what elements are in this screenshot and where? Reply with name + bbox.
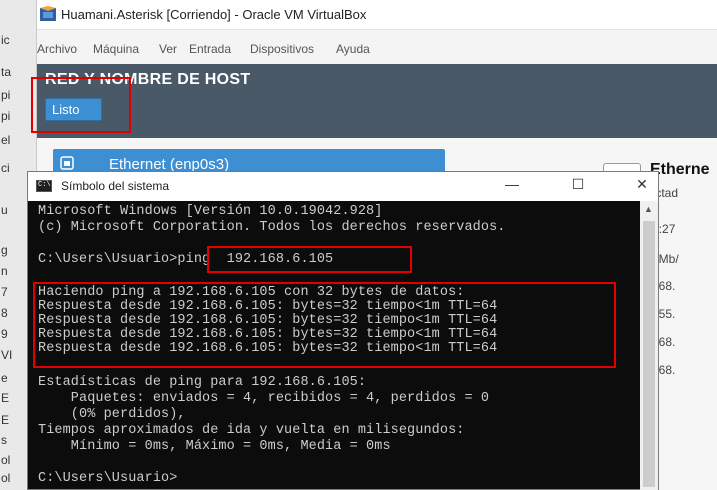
menu-ver[interactable]: Ver <box>159 42 177 56</box>
menu-dispositivos[interactable]: Dispositivos <box>250 42 314 56</box>
terminal-scrollbar[interactable]: ▲ <box>640 201 658 490</box>
cmd-app-icon: C:\ <box>36 180 52 192</box>
minimize-icon[interactable]: — <box>502 176 522 192</box>
background-window-glyph: 7 <box>1 285 8 299</box>
background-window-glyph: ic <box>1 33 10 47</box>
terminal-line: Estadísticas de ping para 192.168.6.105: <box>38 375 367 390</box>
background-window-glyph: E <box>1 391 10 405</box>
terminal-line: Microsoft Windows [Versión 10.0.19042.92… <box>38 204 383 219</box>
background-window-glyph: g <box>1 243 8 257</box>
background-window-glyph: u <box>1 203 8 217</box>
highlight-ping-command <box>207 246 412 273</box>
background-window-glyph: ci <box>1 161 10 175</box>
background-window-glyph: s <box>1 433 7 447</box>
background-window-glyph: 8 <box>1 306 8 320</box>
scrollbar-thumb[interactable] <box>643 221 655 487</box>
background-window-glyph: e <box>1 371 8 385</box>
menu-entrada[interactable]: Entrada <box>189 42 231 56</box>
background-window-glyph: ol <box>1 471 11 485</box>
cmd-title-bar: C:\ Símbolo del sistema — ☐ ✕ <box>28 172 658 201</box>
background-window-glyph: el <box>1 133 11 147</box>
highlight-done-button <box>31 77 131 133</box>
virtualbox-app-icon <box>40 6 56 21</box>
scroll-up-icon[interactable]: ▲ <box>644 204 653 214</box>
background-window-glyph: pi <box>1 88 11 102</box>
background-window-glyph: 9 <box>1 327 8 341</box>
menu-ayuda[interactable]: Ayuda <box>336 42 370 56</box>
menu-maquina[interactable]: Máquina <box>93 42 139 56</box>
maximize-icon[interactable]: ☐ <box>568 176 588 193</box>
background-window-glyph: pi <box>1 109 11 123</box>
cmd-window-title: Símbolo del sistema <box>61 179 170 193</box>
virtualbox-title-bar: Huamani.Asterisk [Corriendo] - Oracle VM… <box>37 0 717 30</box>
background-window-glyph: VI <box>1 348 13 362</box>
highlight-ping-replies <box>33 282 616 368</box>
terminal-line: C:\Users\Usuario> <box>38 471 178 486</box>
background-window-glyph: E <box>1 413 10 427</box>
menu-archivo[interactable]: Archivo <box>37 42 77 56</box>
terminal-line: Paquetes: enviados = 4, recibidos = 4, p… <box>38 391 490 406</box>
network-icon <box>60 156 74 170</box>
window-title: Huamani.Asterisk [Corriendo] - Oracle VM… <box>61 7 367 22</box>
menu-bar: Archivo Máquina Ver Entrada Dispositivos… <box>37 30 717 64</box>
close-icon[interactable]: ✕ <box>632 176 652 193</box>
background-window-glyph: ta <box>1 65 12 79</box>
terminal-line: (0% perdidos), <box>38 407 186 422</box>
terminal-line: Tiempos aproximados de ida y vuelta en m… <box>38 423 465 438</box>
background-window-glyph: n <box>1 264 8 278</box>
terminal-line: Mínimo = 0ms, Máximo = 0ms, Media = 0ms <box>38 439 391 454</box>
terminal-line: (c) Microsoft Corporation. Todos los der… <box>38 220 506 235</box>
background-window-glyph: ol <box>1 453 11 467</box>
